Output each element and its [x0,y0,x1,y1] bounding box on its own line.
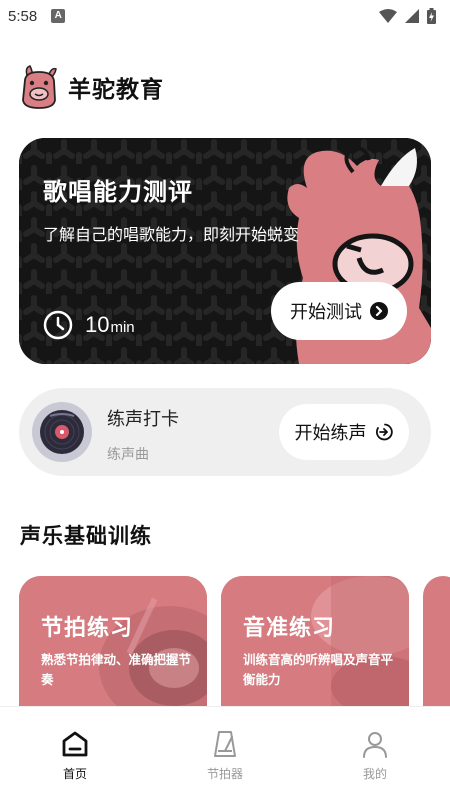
checkin-subtitle: 练声曲 [107,447,149,463]
course-background [221,576,409,716]
home-icon [62,731,88,757]
course-title: 节拍练习 [41,616,134,641]
battery-icon [427,8,436,24]
course-card-rhythm[interactable]: 节拍练习 熟悉节拍律动、准确把握节奏 [19,576,207,716]
course-background [19,576,207,716]
status-time: 5:58 [8,7,38,25]
assessment-subtitle: 了解自己的唱歌能力，即刻开始蜕变 [43,225,300,244]
app-title: 羊驼教育 [68,77,164,103]
arrow-circle-icon [370,302,388,320]
nav-item-profile[interactable]: 我的 [300,707,450,800]
app-header: 羊驼教育 [20,62,164,112]
duration-unit: min [110,319,135,336]
nav-label: 首页 [62,767,87,781]
nav-item-metronome[interactable]: 节拍器 [150,707,300,800]
course-card-pitch[interactable]: 音准练习 训练音高的听辨唱及声音平衡能力 [221,576,409,716]
nav-label: 我的 [362,767,387,781]
vinyl-record-icon [32,402,92,462]
signal-icon [405,9,419,23]
start-test-label: 开始测试 [290,302,362,323]
course-title: 音准练习 [243,616,336,641]
duration-value: 10 [85,312,110,337]
notification-icon: A [51,9,66,23]
practice-checkin-card[interactable]: 练声打卡 练声曲 开始练声 [19,388,431,476]
checkin-title: 练声打卡 [107,409,179,430]
course-description: 训练音高的听辨唱及声音平衡能力 [243,652,394,687]
wifi-icon [379,9,397,23]
status-bar: 5:58 A [0,0,450,32]
start-test-button[interactable]: 开始测试 [271,282,407,340]
assessment-card[interactable]: 歌唱能力测评 了解自己的唱歌能力，即刻开始蜕变 10 min 开始测试 [19,138,431,364]
status-icons [379,8,436,24]
start-practice-label: 开始练声 [294,423,367,444]
bottom-navigation: 首页 节拍器 我的 [0,706,450,800]
course-background [423,576,450,716]
nav-label: 节拍器 [206,767,243,781]
clock-icon [43,310,73,340]
section-title: 声乐基础训练 [20,524,152,548]
nav-item-home[interactable]: 首页 [0,707,150,800]
arrow-right-circle-icon [375,423,393,441]
assessment-duration: 10 min [43,310,135,340]
course-description: 熟悉节拍律动、准确把握节奏 [41,652,192,687]
course-card-next[interactable] [423,576,450,716]
profile-icon [363,732,387,758]
start-practice-button[interactable]: 开始练声 [279,404,409,460]
alpaca-logo-icon [22,65,57,109]
metronome-icon [214,731,236,757]
assessment-title: 歌唱能力测评 [43,178,193,206]
